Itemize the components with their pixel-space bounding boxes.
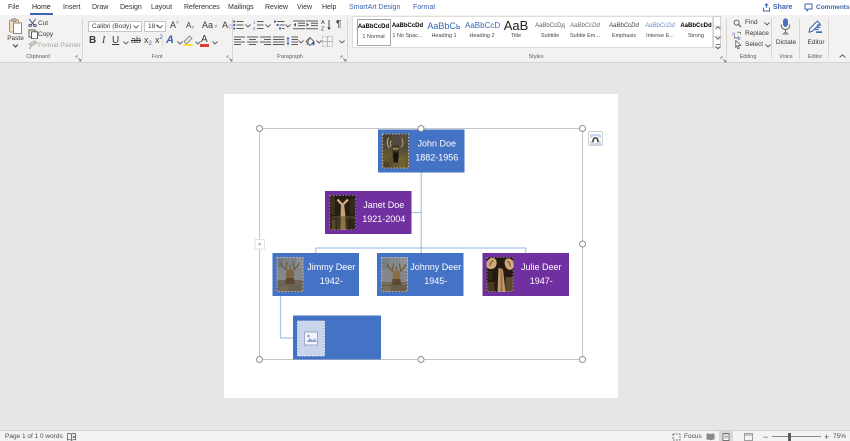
svg-text:Jimmy Deer: Jimmy Deer — [307, 262, 355, 272]
svg-text:1: 1 — [253, 20, 256, 24]
svg-text:1942-: 1942- — [320, 276, 343, 286]
svg-text:1945-: 1945- — [424, 276, 447, 286]
svg-text:A: A — [321, 20, 325, 26]
svg-text:John Doe: John Doe — [417, 139, 456, 149]
svg-text:1921-2004: 1921-2004 — [362, 214, 405, 224]
svg-text:Johnny Deer: Johnny Deer — [410, 262, 461, 272]
svg-text:2: 2 — [253, 26, 256, 30]
svg-text:Z: Z — [321, 27, 325, 32]
svg-text:a: a — [732, 31, 736, 37]
svg-text:Janet Doe: Janet Doe — [363, 200, 404, 210]
svg-text:Julie Deer: Julie Deer — [521, 262, 562, 272]
svg-text:1947-: 1947- — [530, 276, 553, 286]
svg-text:1882-1956: 1882-1956 — [415, 153, 458, 163]
